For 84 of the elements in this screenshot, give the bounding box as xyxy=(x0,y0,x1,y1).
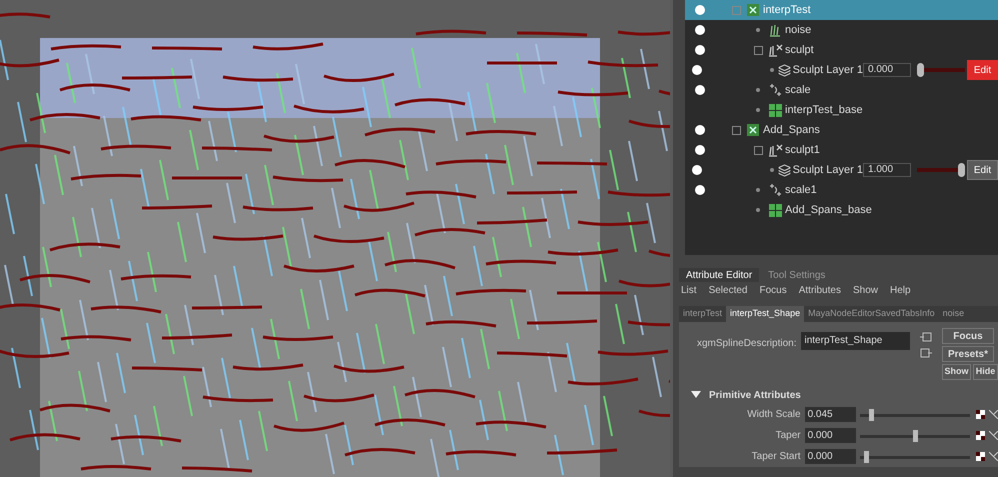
grid-icon xyxy=(768,104,782,116)
tree-label: Add_Spans xyxy=(763,122,820,138)
collapse-toggle[interactable] xyxy=(754,146,762,154)
expression-icon[interactable] xyxy=(989,431,998,440)
editor-tab[interactable]: Attribute Editor xyxy=(679,268,760,282)
edit-button[interactable]: Edit xyxy=(967,60,998,80)
node-tab[interactable]: interpTest xyxy=(679,306,726,322)
weight-slider-thumb[interactable] xyxy=(958,163,965,177)
node-field-label: xgmSplineDescription: xyxy=(697,337,796,351)
tree-label: noise xyxy=(785,22,812,38)
tree-row[interactable]: Add_Spans_base xyxy=(685,200,998,220)
collapse-toggle[interactable] xyxy=(732,6,740,14)
tree-row[interactable]: scale xyxy=(685,80,998,100)
tree-row[interactable]: interpTest_base xyxy=(685,100,998,120)
focus-button[interactable]: Focus xyxy=(942,328,994,344)
section-title: Primitive Attributes xyxy=(709,388,801,402)
tree-row[interactable]: sculpt1 xyxy=(685,140,998,160)
grass-icon xyxy=(768,23,782,37)
attribute-slider-thumb[interactable] xyxy=(864,450,869,462)
tree-label: sculpt1 xyxy=(785,142,820,158)
weight-slider[interactable] xyxy=(917,163,965,177)
collapse-toggle[interactable] xyxy=(754,46,762,54)
tree-row[interactable]: noise xyxy=(685,20,998,40)
weight-slider[interactable] xyxy=(917,63,965,77)
menu-item[interactable]: Help xyxy=(890,282,911,298)
menu-item[interactable]: Focus xyxy=(759,282,787,298)
expand-triangle-icon[interactable] xyxy=(691,391,701,399)
tree-label: Sculpt Layer 1 xyxy=(792,162,863,178)
tree-label: interpTest_base xyxy=(785,102,863,118)
menu-item[interactable]: Selected xyxy=(708,282,748,298)
attribute-value-field[interactable]: 0.045 xyxy=(804,407,856,422)
layers-icon xyxy=(778,64,792,76)
node-tab[interactable]: noise xyxy=(938,306,968,322)
tree-row[interactable]: Sculpt Layer 1 0.000 Edit xyxy=(685,60,998,80)
grid-icon xyxy=(768,204,782,216)
attribute-label: Width Scale xyxy=(746,408,801,422)
map-checker-icon[interactable] xyxy=(976,431,986,440)
node-tab[interactable]: MayaNodeEditorSavedTabsInfo xyxy=(804,306,939,322)
tree-label: scale xyxy=(785,82,811,98)
tree-label: sculpt xyxy=(785,42,814,58)
tree-row[interactable]: scale1 xyxy=(685,180,998,200)
weight-slider-thumb[interactable] xyxy=(917,63,924,77)
attribute-value-field[interactable]: 0.000 xyxy=(804,428,856,443)
tree-row[interactable]: interpTest xyxy=(685,0,998,20)
layer-weight-field[interactable]: 0.000 xyxy=(863,63,911,77)
scale-arrows-icon xyxy=(768,83,782,97)
presets-button[interactable]: Presets* xyxy=(942,346,994,362)
attribute-slider-thumb[interactable] xyxy=(868,408,874,420)
scale-arrows-icon xyxy=(768,183,782,197)
tree-label: scale1 xyxy=(785,182,817,198)
show-button[interactable]: Show xyxy=(942,364,971,380)
hide-button[interactable]: Hide xyxy=(973,364,998,380)
map-checker-icon[interactable] xyxy=(976,410,986,419)
expression-icon[interactable] xyxy=(989,410,998,419)
node-tab[interactable]: interpTest_Shape xyxy=(726,306,804,322)
box-icon xyxy=(746,3,760,17)
brush-icon xyxy=(767,143,783,157)
attribute-slider-thumb[interactable] xyxy=(912,430,918,442)
collapse-toggle[interactable] xyxy=(732,126,740,134)
tree-label: Sculpt Layer 1 xyxy=(792,62,863,78)
input-connection-icon[interactable] xyxy=(920,332,932,342)
menu-item[interactable]: Attributes xyxy=(798,282,841,298)
map-checker-icon[interactable] xyxy=(976,452,986,461)
attribute-slider[interactable] xyxy=(860,408,970,420)
attribute-slider[interactable] xyxy=(860,430,970,442)
menu-item[interactable]: Show xyxy=(852,282,878,298)
output-connection-icon[interactable] xyxy=(920,348,932,358)
node-name-field[interactable]: interpTest_Shape xyxy=(800,332,910,350)
tree-label: interpTest xyxy=(763,2,811,18)
attribute-label: Taper xyxy=(774,429,801,443)
tree-row[interactable]: Add_Spans xyxy=(685,120,998,140)
tree-row[interactable]: Sculpt Layer 1 1.000 Edit xyxy=(685,160,998,180)
brush-icon xyxy=(767,43,783,57)
menu-item[interactable]: List xyxy=(681,282,697,298)
edit-button[interactable]: Edit xyxy=(967,160,998,180)
layers-icon xyxy=(778,164,792,176)
attribute-label: Taper Start xyxy=(750,450,801,464)
tree-row[interactable]: sculpt xyxy=(685,40,998,60)
attribute-value-field[interactable]: 0.000 xyxy=(804,449,856,464)
layer-weight-field[interactable]: 1.000 xyxy=(863,163,911,177)
box-icon xyxy=(746,123,760,137)
attribute-slider[interactable] xyxy=(860,450,970,462)
tree-label: Add_Spans_base xyxy=(785,202,872,218)
expression-icon[interactable] xyxy=(989,452,998,461)
